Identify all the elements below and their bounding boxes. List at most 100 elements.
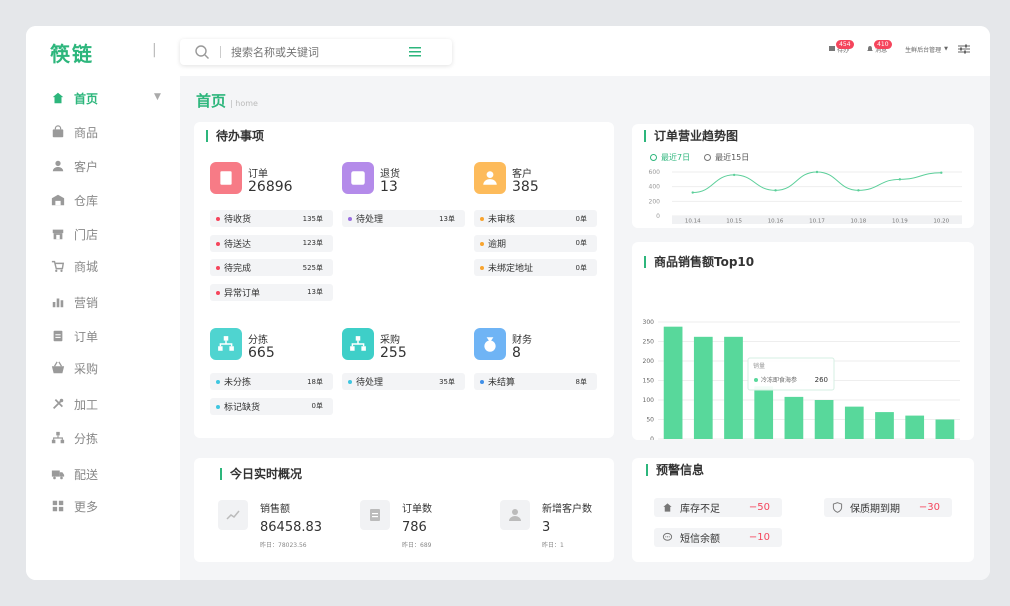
sliders-icon bbox=[958, 44, 970, 54]
todo-row[interactable]: 异常订单 13单 bbox=[210, 283, 333, 301]
bar[interactable] bbox=[814, 400, 834, 439]
todo-row[interactable]: 未绑定地址 0单 bbox=[474, 259, 597, 276]
tile-name: 分拣 bbox=[248, 335, 268, 346]
user-icon bbox=[483, 171, 497, 185]
sidebar-item-10[interactable]: 分拣 bbox=[50, 428, 98, 448]
notice-badge: 410 bbox=[874, 39, 892, 49]
clipboard-icon bbox=[220, 171, 232, 185]
sidebar-item-12[interactable]: 更多 bbox=[50, 496, 98, 516]
network-icon bbox=[218, 336, 234, 351]
network-icon bbox=[51, 431, 65, 444]
trend-line bbox=[692, 171, 942, 194]
bar[interactable] bbox=[935, 419, 955, 440]
settings-button[interactable] bbox=[958, 44, 970, 54]
sidebar-item-1[interactable]: 商品 bbox=[50, 122, 98, 142]
todo-row[interactable]: 未结算 8单 bbox=[474, 373, 597, 390]
y-tick-label: 300 bbox=[643, 319, 655, 326]
x-tick-label: 10.15 bbox=[726, 219, 742, 225]
grid-icon bbox=[52, 500, 64, 512]
user-icon bbox=[52, 160, 64, 172]
sidebar-item-11[interactable]: 配送 bbox=[50, 464, 98, 484]
sidebar-item-label: 商城 bbox=[74, 259, 99, 274]
todo-row[interactable]: 未分拣 18单 bbox=[210, 373, 333, 390]
todo-row-count: 123单 bbox=[302, 239, 323, 247]
sidebar-item-0[interactable]: 首页 bbox=[50, 88, 98, 108]
user-menu[interactable]: 生鲜后台管理 ▼ bbox=[905, 45, 948, 54]
todo-row[interactable]: 逾期 0单 bbox=[474, 234, 597, 252]
tile-name: 客户 bbox=[512, 169, 532, 180]
cart-icon bbox=[51, 260, 65, 272]
todo-card: 待办事项 订单 26896 待收货 135单 待送达 123单 待完成 525单 异常订单 13单… bbox=[194, 122, 614, 438]
todo-row-count: 35单 bbox=[439, 377, 455, 386]
warning-label: 保质期到期 bbox=[850, 504, 900, 515]
sidebar-item-label: 采购 bbox=[74, 361, 99, 376]
sidebar-item-8[interactable]: 采购 bbox=[50, 358, 98, 378]
sidebar-item-4[interactable]: 门店 bbox=[50, 224, 98, 244]
x-tick-label: 10.14 bbox=[685, 219, 701, 225]
shield-icon bbox=[832, 502, 843, 513]
sidebar-item-9[interactable]: 加工 bbox=[50, 394, 98, 414]
bar[interactable] bbox=[693, 336, 713, 439]
tile-icon-box bbox=[210, 328, 242, 360]
tooltip-dot bbox=[754, 378, 758, 382]
sidebar-item-6[interactable]: 营销 bbox=[50, 292, 98, 312]
chart-tooltip: 销量冷冻即食海参 260 bbox=[747, 357, 835, 391]
tile-value: 665 bbox=[248, 345, 275, 361]
menu-icon[interactable] bbox=[409, 46, 423, 58]
breadcrumb: 首页 | home bbox=[196, 90, 258, 111]
bar[interactable] bbox=[875, 412, 894, 439]
search-input[interactable] bbox=[231, 45, 401, 59]
bell-icon bbox=[867, 46, 874, 51]
trend-point[interactable] bbox=[857, 189, 860, 192]
todo-row-label: 标记缺货 bbox=[224, 402, 261, 413]
warning-item[interactable]: 库存不足 −50 bbox=[654, 498, 782, 517]
trend-point[interactable] bbox=[691, 191, 694, 194]
x-tick-label: 10.18 bbox=[851, 219, 867, 225]
bar[interactable] bbox=[663, 326, 683, 439]
truck-icon bbox=[51, 470, 65, 480]
tile-value: 8 bbox=[512, 345, 521, 361]
tools-icon bbox=[53, 398, 64, 409]
chart-bar-icon bbox=[52, 298, 64, 308]
todo-row[interactable]: 待处理 13单 bbox=[342, 210, 465, 227]
bar[interactable] bbox=[905, 415, 925, 439]
stat-yesterday: 昨日：689 bbox=[402, 542, 432, 549]
status-dot bbox=[348, 380, 352, 384]
status-dot bbox=[480, 380, 484, 384]
todo-row[interactable]: 待收货 135单 bbox=[210, 210, 333, 227]
todo-row[interactable]: 待处理 35单 bbox=[342, 373, 465, 390]
todo-row[interactable]: 待完成 525单 bbox=[210, 259, 333, 276]
todo-row[interactable]: 未审核 0单 bbox=[474, 210, 597, 227]
bar[interactable] bbox=[844, 406, 864, 439]
todo-row[interactable]: 标记缺货 0单 bbox=[210, 397, 333, 415]
warnings-card: 预警信息 库存不足 −50 保质期到期 −30 短信余额 −10 bbox=[632, 458, 974, 562]
bar[interactable] bbox=[724, 336, 743, 439]
sidebar-item-5[interactable]: 商城 bbox=[50, 256, 98, 276]
top10-chart-card: 商品销售额Top10 050100150200250300四川红心猕猴桃冷冻即食… bbox=[632, 242, 974, 440]
trend-point[interactable] bbox=[774, 189, 777, 192]
todo-row[interactable]: 待送达 123单 bbox=[210, 234, 333, 252]
status-dot bbox=[480, 266, 484, 270]
topbar: 待办 454 消息 410 生鲜后台管理 ▼ bbox=[180, 26, 990, 76]
x-tick-label: 10.16 bbox=[768, 219, 784, 225]
bar[interactable] bbox=[754, 386, 774, 439]
x-tick-label: 10.17 bbox=[809, 219, 825, 225]
sidebar-item-3[interactable]: 仓库 bbox=[50, 190, 98, 210]
sidebar-item-2[interactable]: 客户 bbox=[50, 156, 98, 176]
stat-icon-box bbox=[500, 500, 530, 530]
notice-link[interactable]: 消息 410 bbox=[867, 39, 892, 54]
tile-icon-box bbox=[342, 162, 374, 194]
todo-link[interactable]: 待办 454 bbox=[829, 39, 854, 54]
trend-point[interactable] bbox=[815, 170, 819, 174]
warning-item[interactable]: 短信余额 −10 bbox=[654, 528, 782, 547]
bar[interactable] bbox=[784, 396, 804, 439]
warning-item[interactable]: 保质期到期 −30 bbox=[824, 498, 952, 517]
trend-point[interactable] bbox=[940, 171, 943, 174]
sidebar-item-label: 客户 bbox=[74, 159, 99, 174]
search-icon[interactable] bbox=[194, 44, 210, 60]
trend-point[interactable] bbox=[898, 178, 902, 181]
chevron-down-icon[interactable]: ▼ bbox=[154, 92, 161, 102]
trend-point[interactable] bbox=[732, 173, 736, 177]
sidebar-item-7[interactable]: 订单 bbox=[50, 326, 98, 346]
stat-name: 订单数 bbox=[402, 504, 432, 515]
